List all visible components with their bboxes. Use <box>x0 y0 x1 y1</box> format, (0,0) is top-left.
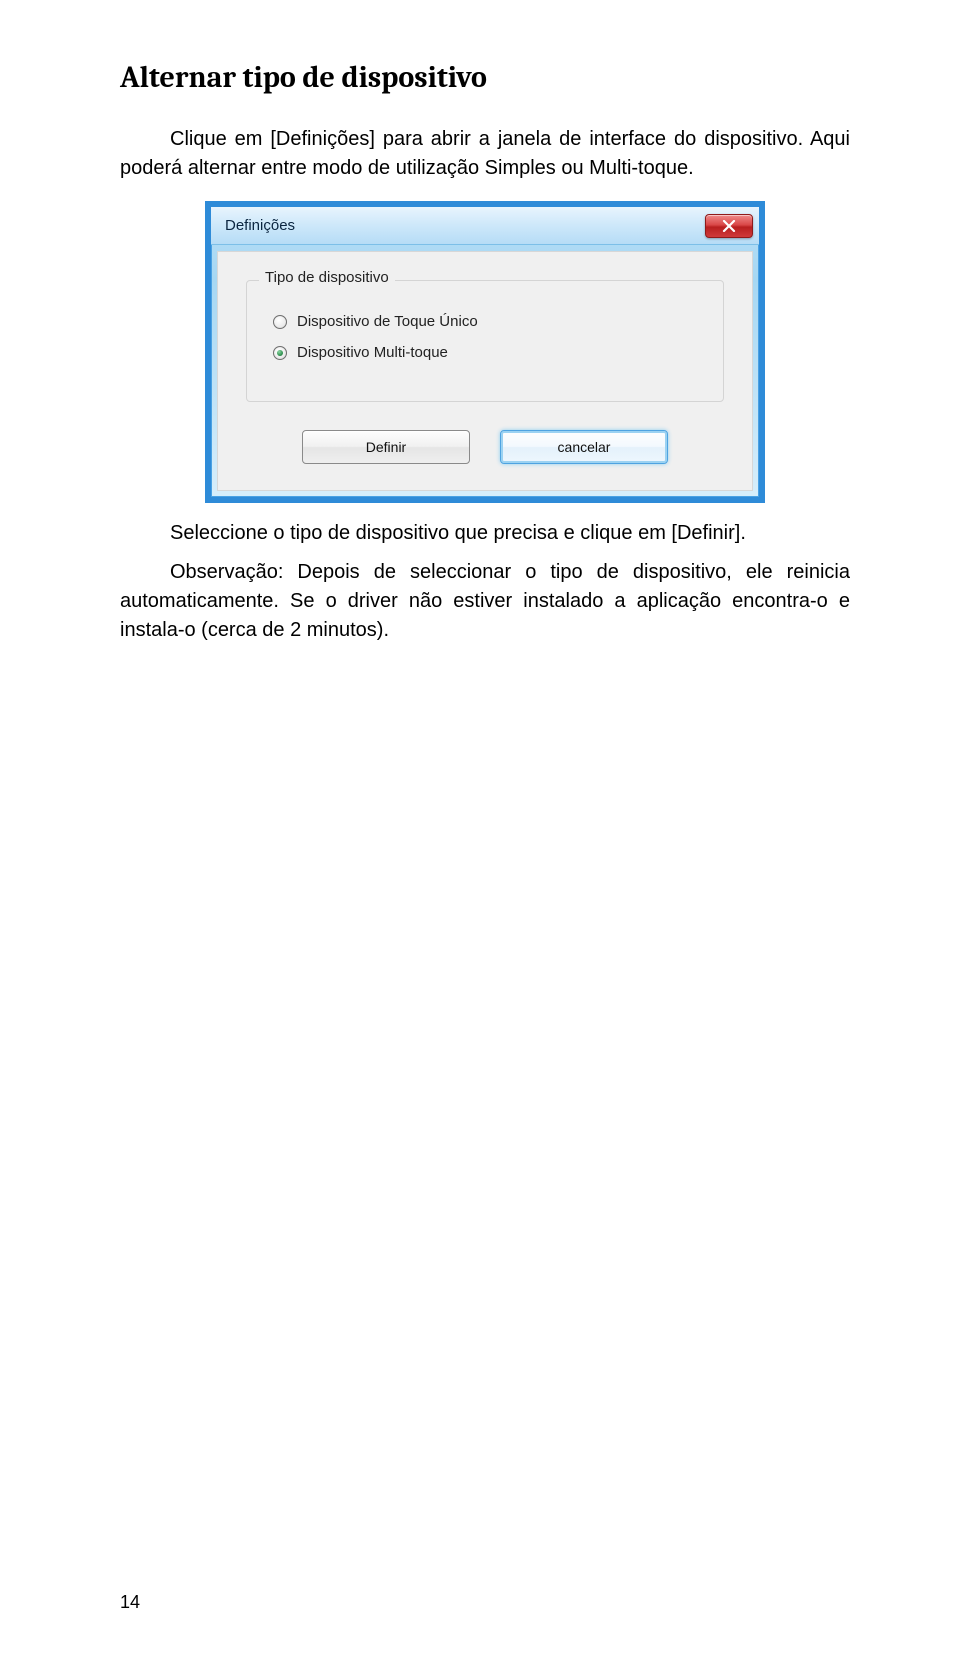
radio-option-multi-touch[interactable]: Dispositivo Multi-toque <box>273 344 701 361</box>
device-type-group: Tipo de dispositivo Dispositivo de Toque… <box>246 280 724 402</box>
radio-icon <box>273 315 287 329</box>
dialog-body: Tipo de dispositivo Dispositivo de Toque… <box>217 251 753 491</box>
define-button[interactable]: Definir <box>302 430 470 464</box>
group-legend: Tipo de dispositivo <box>259 269 395 286</box>
paragraph-intro: Clique em [Definições] para abrir a jane… <box>120 125 850 183</box>
paragraph-select: Seleccione o tipo de dispositivo que pre… <box>120 519 850 548</box>
cancel-button[interactable]: cancelar <box>500 430 668 464</box>
paragraph-note: Observação: Depois de seleccionar o tipo… <box>120 558 850 645</box>
dialog-titlebar: Definições <box>211 207 759 245</box>
radio-label: Dispositivo Multi-toque <box>297 344 448 361</box>
close-button[interactable] <box>705 214 753 238</box>
settings-dialog: Definições Tipo de dispositivo Dispositi… <box>205 201 765 503</box>
close-icon <box>722 220 736 232</box>
section-heading: Alternar tipo de dispositivo <box>120 60 850 95</box>
dialog-button-row: Definir cancelar <box>246 430 724 464</box>
radio-option-single-touch[interactable]: Dispositivo de Toque Único <box>273 313 701 330</box>
dialog-title: Definições <box>225 217 295 234</box>
dialog-figure: Definições Tipo de dispositivo Dispositi… <box>120 201 850 503</box>
radio-label: Dispositivo de Toque Único <box>297 313 478 330</box>
page-number: 14 <box>120 1592 140 1613</box>
radio-icon <box>273 346 287 360</box>
